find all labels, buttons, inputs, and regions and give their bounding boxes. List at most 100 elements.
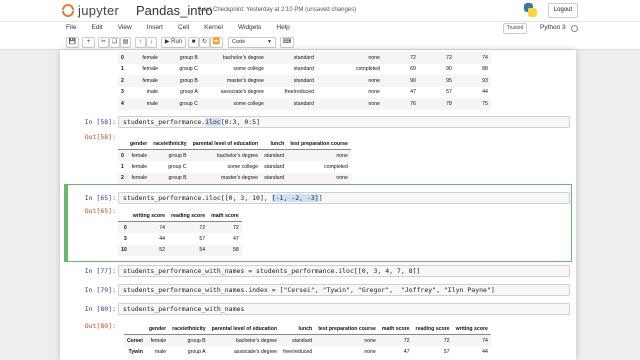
table-row: 10 52 54 58 [118,244,242,256]
cell-65-out-prompt: Out[65]: [84,207,116,215]
table-row: Tywin male group A associate's degree free/r… [124,346,491,358]
column-header: gender [145,323,170,335]
table-cell: standard [264,163,285,170]
table-cell: master's degree [226,77,264,84]
kernel-name[interactable]: Python 3 [540,24,566,31]
notebook-container: 0 female group B bachelor's degree standard n… [60,50,576,360]
paste-button[interactable]: ▤ [120,37,131,48]
table-cell: associate's degree [220,89,264,96]
table-cell: 58 [233,247,239,254]
menu-view[interactable]: View [118,24,132,31]
column-header: gender [126,138,151,150]
restart-run-all-button[interactable]: ⏩ [210,37,223,48]
table-cell: none [368,54,380,61]
table-cell: 54 [199,247,206,254]
table-header-row: gender race/ethnicity parental level of ed… [118,138,351,150]
table-body: 0 74 72 72 3 44 57 47 10 52 54 58 [118,221,242,256]
table-cell: group B [187,337,206,344]
table-cell: completed [324,163,348,170]
table-cell: standard [293,54,314,61]
interrupt-button[interactable]: ■ [188,37,199,48]
cell-79-code[interactable]: students_performance_with_names.index = … [118,284,570,296]
row-index: 0 [121,152,124,159]
menu-cell[interactable]: Cell [178,24,189,31]
table-cell: standard [292,337,313,344]
cell-58-output-table: gender race/ethnicity parental level of ed… [118,138,351,184]
table-cell: group C [179,66,198,73]
table-cell: 52 [159,247,166,254]
table-cell: free/reduced [283,348,313,355]
header: jupyter Pandas_intro Last Checkpoint: Ye… [0,0,640,22]
table-cell: 47 [233,235,239,242]
table-row: 1 female group C some college standard comple… [118,64,491,76]
table-cell: female [131,163,148,170]
table-cell: group B [179,54,198,61]
table-cell: 74 [482,337,488,344]
table-cell: some college [227,163,259,170]
table-row: 2 female group B master's degree standard non… [118,75,491,87]
table-cell: bachelor's degree [222,54,264,61]
menu-insert[interactable]: Insert [147,24,163,31]
table-cell: none [368,77,380,84]
table-cell: 57 [443,348,450,355]
table-cell: 72 [199,224,206,231]
menu-kernel[interactable]: Kernel [204,24,223,31]
jupyter-logo[interactable]: jupyter [62,2,119,18]
up-arrow-icon: ↑ [139,39,142,45]
insert-cell-button[interactable]: + [82,37,95,48]
column-header: test preparation course [315,323,379,335]
kernel-idle-icon [571,25,578,32]
table-cell: female [150,337,167,344]
move-down-button[interactable]: ↓ [146,37,157,48]
table-cell: male [146,100,158,107]
table-cell: group B [168,175,187,182]
cell-58-code[interactable]: students_performance.iloc[0:3, 0:5] [118,116,570,128]
save-button[interactable]: 💾 [66,37,79,48]
table-row: 0 74 72 72 [118,221,242,233]
cell-80-code[interactable]: students_performance_with_names [118,303,570,315]
menu-file[interactable]: File [66,24,76,31]
table-cell: none [364,348,376,355]
run-button[interactable]: ▶ Run [161,37,186,48]
trusted-badge[interactable]: Trusted [503,23,527,34]
cell-77-code[interactable]: students_performance_with_names = studen… [118,265,570,277]
table-cell: associate's degree [233,348,278,355]
table-cell: female [131,152,148,159]
cell-65-in-prompt: In [65]: [84,194,116,202]
cell-type-select[interactable]: Code ▼ [228,37,276,48]
menu-edit[interactable]: Edit [91,24,102,31]
restart-button[interactable]: ↻ [199,37,210,48]
cut-button[interactable]: ✂ [98,37,109,48]
table-cell: female [142,54,158,61]
column-header: test preparation course [287,138,351,150]
column-header: reading score [168,210,209,222]
cell-65-code[interactable]: students_performance.iloc[[0, 3, 10], [-… [118,192,570,204]
table-cell: male [154,348,167,355]
table-header-row: gender race/ethnicity parental level of ed… [124,323,491,335]
menu-widgets[interactable]: Widgets [238,24,261,31]
move-up-button[interactable]: ↑ [135,37,146,48]
row-index: 0 [123,224,127,231]
column-header: math score [378,323,413,335]
top-output-table: 0 female group B bachelor's degree standard n… [118,52,491,110]
copy-button[interactable]: ❏ [109,37,120,48]
code-text: students_performance.iloc[[0, 3, 10], [123,194,272,202]
logout-button[interactable]: Logout [548,3,578,18]
column-header [118,210,130,222]
table-cell: 44 [482,348,488,355]
row-index: 4 [121,100,124,107]
table-body: 0 female group B bachelor's degree standard n… [118,149,351,184]
run-label: Run [171,39,183,45]
toolbar: 💾 + ✂ ❏ ▤ ↑ ↓ ▶ Run ■ ↻ ⏩ ⌨ [0,36,640,50]
row-index: Cersei [127,337,143,344]
table-cell: standard [264,175,285,182]
column-header: race/ethnicity [150,138,190,150]
table-cell: master's degree [221,175,259,182]
table-cell: group B [179,77,198,84]
table-cell: completed [355,66,380,73]
table-body: Cersei female group B bachelor's degree stan… [124,334,491,358]
command-palette-button[interactable]: ⌨ [280,37,294,48]
menu-help[interactable]: Help [276,24,289,31]
code-text: students_performance. [123,118,206,126]
table-row: 4 male group C some college standard none 76 78… [118,98,491,110]
